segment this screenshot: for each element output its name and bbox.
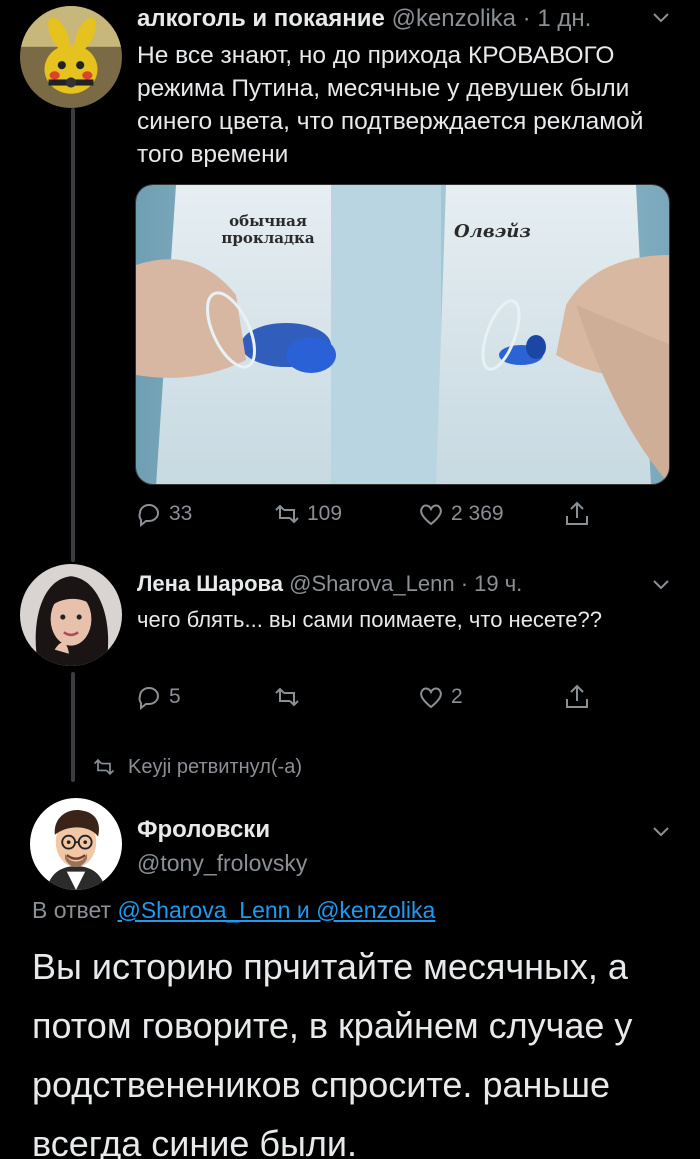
tweet-actions: 33 109 2 369: [135, 500, 675, 534]
share-button[interactable]: [563, 500, 591, 528]
retweet-count: 109: [307, 502, 343, 525]
avatar[interactable]: [20, 6, 122, 108]
retweet-note[interactable]: Keyji ретвитнул(-а): [92, 755, 302, 779]
like-count: 2 369: [451, 502, 504, 525]
reply-button[interactable]: 5: [135, 683, 181, 711]
tweet-image[interactable]: обычная прокладка Олвэйз: [135, 184, 670, 485]
reply-count: 5: [169, 685, 181, 708]
share-icon: [566, 501, 588, 525]
reply-icon: [138, 504, 159, 528]
chevron-down-icon[interactable]: [652, 579, 670, 591]
retweet-note-text: Keyji ретвитнул(-а): [128, 755, 302, 778]
like-button[interactable]: 2 369: [417, 500, 504, 528]
tweet-header: Фроловски: [137, 815, 270, 845]
retweet-button[interactable]: 109: [273, 500, 342, 528]
like-count: 2: [451, 685, 463, 708]
reply-context: В ответ @Sharova_Lenn и @kenzolika: [32, 897, 435, 924]
author-name[interactable]: Лена Шарова: [137, 571, 283, 596]
author-handle[interactable]: @tony_frolovsky: [137, 850, 307, 876]
author-name[interactable]: Фроловски: [137, 816, 270, 843]
tweet-text: Вы историю прчитайте месячных, а потом г…: [32, 946, 633, 1159]
author-handle[interactable]: @kenzolika: [392, 5, 516, 32]
thread-connector-2: [71, 672, 75, 782]
share-button[interactable]: [563, 683, 591, 711]
like-icon: [420, 687, 442, 709]
retweet-icon: [93, 758, 115, 776]
share-icon: [566, 684, 588, 708]
avatar[interactable]: [30, 798, 122, 890]
author-name[interactable]: алкоголь и покаяние: [137, 5, 385, 32]
tweet-header: алкоголь и покаяние @kenzolika · 1 дн.: [137, 4, 591, 34]
chevron-down-icon[interactable]: [652, 12, 670, 24]
retweet-icon: [275, 687, 299, 707]
like-icon: [420, 504, 442, 526]
retweet-button[interactable]: [273, 683, 307, 711]
thread-connector-1: [71, 108, 75, 562]
reply-icon: [138, 687, 159, 711]
tweet-text: Не все знают, но до прихода КРОВАВОГО ре…: [137, 42, 644, 168]
timestamp[interactable]: · 1 дн.: [523, 5, 592, 32]
retweet-icon: [275, 504, 299, 524]
chevron-down-icon[interactable]: [652, 826, 670, 838]
reply-to-link[interactable]: @Sharova_Lenn и @kenzolika: [117, 897, 435, 923]
avatar[interactable]: [20, 564, 122, 666]
author-handle[interactable]: @Sharova_Lenn: [289, 571, 454, 596]
reply-prefix: В ответ: [32, 897, 112, 923]
tweet-text: чего блять... вы сами поимаете, что несе…: [137, 607, 602, 632]
tweet-actions: 5 2: [135, 683, 675, 717]
image-label-left: обычная прокладка: [221, 212, 315, 247]
image-label-right: Олвэйз: [454, 221, 531, 242]
timestamp[interactable]: · 19 ч.: [461, 571, 523, 596]
reply-count: 33: [169, 502, 193, 525]
author-handle-row: @tony_frolovsky: [137, 848, 307, 878]
like-button[interactable]: 2: [417, 683, 463, 711]
tweet-header: Лена Шарова @Sharova_Lenn · 19 ч.: [137, 569, 522, 599]
reply-button[interactable]: 33: [135, 500, 192, 528]
